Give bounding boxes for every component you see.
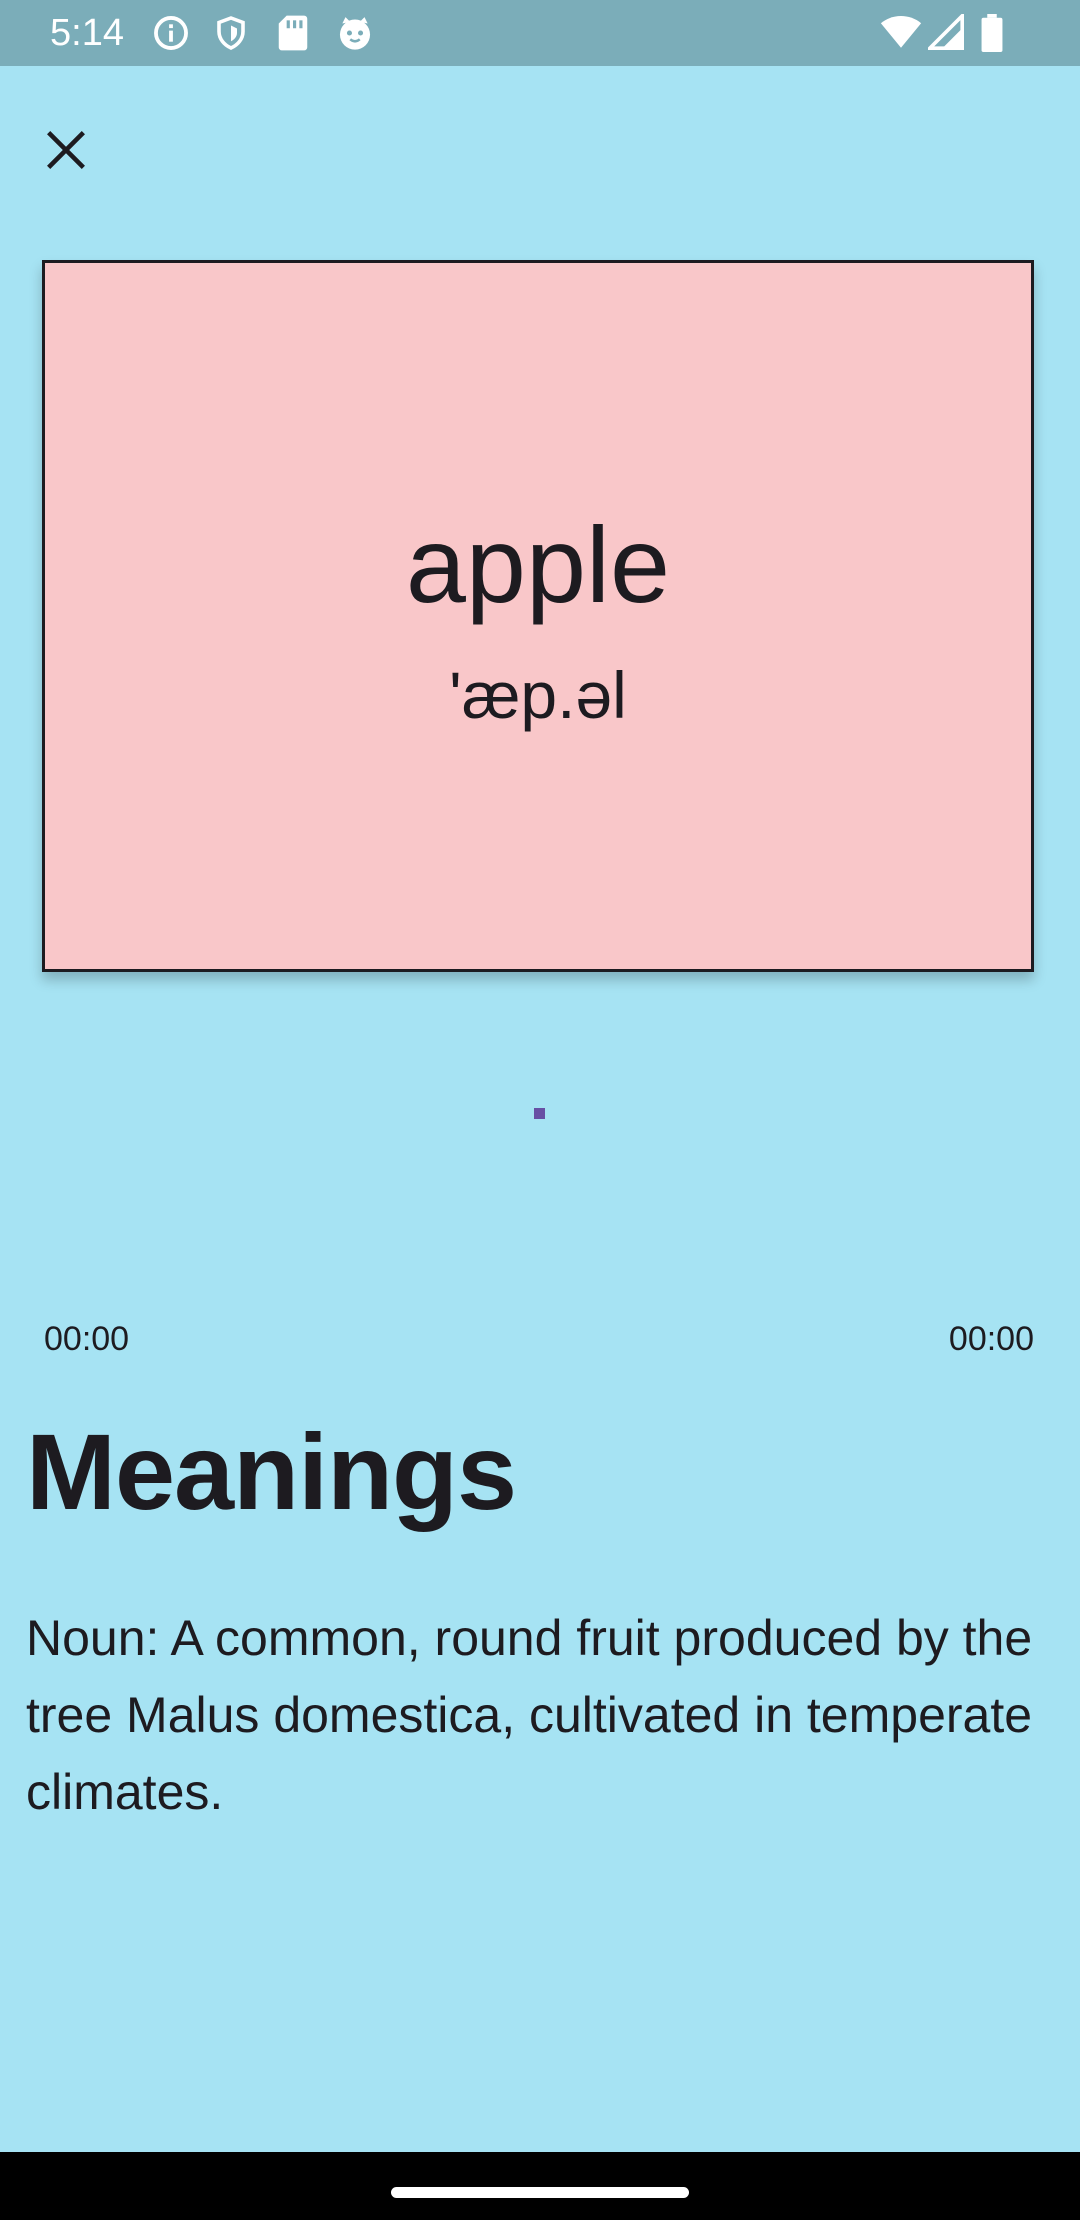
shield-icon [213,14,249,52]
close-icon [45,129,87,176]
close-button[interactable] [24,110,108,194]
status-bar: 5:14 [0,0,1080,66]
home-gesture-handle[interactable] [391,2187,689,2198]
sd-card-icon [276,14,310,52]
info-icon [152,14,190,52]
meaning-definition: Noun: A common, round fruit produced by … [26,1610,1033,1820]
card-phonetic: 'æp.əl [449,658,627,732]
wifi-icon [880,14,922,50]
meanings-heading: Meanings [26,1411,517,1532]
navigation-bar [0,2152,1080,2220]
cellular-signal-icon [928,14,964,50]
audio-progress-indicator[interactable] [534,1108,545,1119]
audio-total-time: 00:00 [948,1320,1034,1358]
battery-icon [980,14,1004,52]
card-word: apple [405,504,671,625]
cat-face-icon [336,14,374,52]
audio-current-time: 00:00 [44,1320,130,1358]
flashcard[interactable]: apple 'æp.əl [42,260,1034,972]
status-time: 5:14 [50,12,124,54]
